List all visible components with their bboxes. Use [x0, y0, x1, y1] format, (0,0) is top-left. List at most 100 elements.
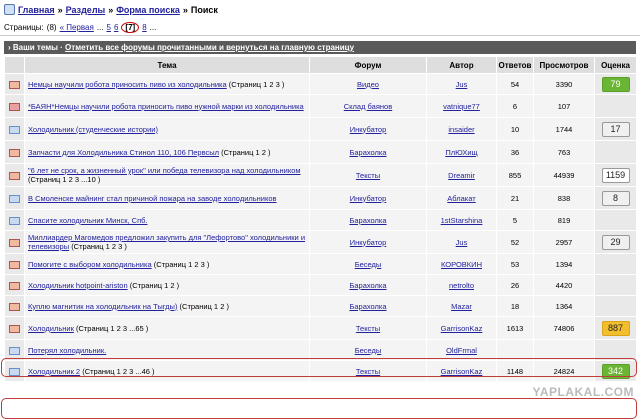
- author-link[interactable]: GarrisonKaz: [441, 324, 483, 333]
- rating-cell: [594, 94, 637, 118]
- rating-cell: [594, 253, 637, 275]
- replies-cell: 52: [496, 230, 534, 254]
- rating-badge[interactable]: 8: [601, 190, 630, 206]
- replies-cell: 53: [496, 253, 534, 275]
- topic-link[interactable]: "6 лет не срок, а жизненный урок" или по…: [28, 166, 301, 175]
- rating-badge[interactable]: 887: [601, 320, 630, 336]
- forum-link[interactable]: Склад баянов: [344, 102, 392, 111]
- topic-link[interactable]: Миллиардер Магомедов предложил закупить …: [28, 233, 305, 251]
- envelope-icon: [9, 194, 20, 203]
- pagination-label: Страницы:: [4, 23, 44, 32]
- topic-cell: *БАЯН*Немцы научили робота приносить пив…: [24, 94, 310, 118]
- topic-cell: В Смоленске майнинг стал причиной пожара…: [24, 186, 310, 210]
- author-link[interactable]: Mazar: [451, 302, 472, 311]
- rating-cell: 342: [594, 360, 637, 382]
- topic-link[interactable]: Холодильник hotpoint-ariston: [28, 281, 128, 290]
- pagination-page-6[interactable]: 6: [114, 23, 118, 32]
- topic-pages[interactable]: (Страниц 1 2 3 ...10 ): [28, 175, 100, 184]
- author-link[interactable]: netrolto: [449, 281, 474, 290]
- rating-cell: [594, 339, 637, 361]
- author-link[interactable]: Dreamir: [448, 171, 475, 180]
- rating-badge[interactable]: 342: [601, 363, 630, 379]
- topic-pages[interactable]: (Страниц 1 2 ): [180, 302, 229, 311]
- author-cell: GarrisonKaz: [426, 360, 497, 382]
- author-link[interactable]: Jus: [456, 80, 468, 89]
- topbar-title: Ваши темы: [12, 43, 58, 52]
- col-topic-header[interactable]: Тема: [24, 56, 310, 74]
- topic-pages[interactable]: (Страниц 1 2 3 ...46 ): [82, 367, 154, 376]
- author-cell: Mazar: [426, 295, 497, 317]
- rating-badge[interactable]: 29: [601, 234, 630, 250]
- topic-link[interactable]: Куплю магнитик на холодильник на Тыгды): [28, 302, 177, 311]
- mark-all-read-link[interactable]: Отметить все форумы прочитанными и верну…: [65, 43, 354, 52]
- views-cell: 1744: [533, 117, 595, 141]
- author-link[interactable]: vatnique77: [443, 102, 480, 111]
- forum-link[interactable]: Инкубатор: [350, 194, 387, 203]
- pagination-first[interactable]: « Первая: [60, 23, 94, 32]
- forum-link[interactable]: Беседы: [355, 260, 382, 269]
- topic-pages[interactable]: (Страниц 1 2 3 ): [71, 242, 127, 251]
- rating-badge[interactable]: 17: [601, 121, 630, 137]
- col-views-header[interactable]: Просмотров: [533, 56, 595, 74]
- author-cell: netrolto: [426, 274, 497, 296]
- forum-link[interactable]: Барахолка: [349, 302, 386, 311]
- views-cell: 44939: [533, 163, 595, 187]
- forum-link[interactable]: Видео: [357, 80, 379, 89]
- topic-link[interactable]: Помогите с выбором холодильника: [28, 260, 152, 269]
- topic-link[interactable]: Холодильник (студенческие истории): [28, 125, 158, 134]
- author-link[interactable]: КОРОВКИН: [441, 260, 482, 269]
- topic-link[interactable]: В Смоленске майнинг стал причиной пожара…: [28, 194, 277, 203]
- pagination-page-5[interactable]: 5: [107, 23, 111, 32]
- author-link[interactable]: OldFrmal: [446, 346, 477, 355]
- author-link[interactable]: ПлЮХищ: [445, 148, 477, 157]
- author-link[interactable]: Аблакат: [447, 194, 475, 203]
- topic-link[interactable]: Немцы научили робота приносить пиво из х…: [28, 80, 227, 89]
- breadcrumb-sections[interactable]: Разделы: [66, 5, 106, 15]
- table-row: Холодильник 2 (Страниц 1 2 3 ...46 ) Тек…: [4, 360, 637, 382]
- topic-cell: Миллиардер Магомедов предложил закупить …: [24, 230, 310, 254]
- topic-link[interactable]: Холодильник: [28, 324, 74, 333]
- author-link[interactable]: insaider: [448, 125, 474, 134]
- topic-pages[interactable]: (Страниц 1 2 3 ): [154, 260, 210, 269]
- rating-cell: 887: [594, 316, 637, 340]
- forum-link[interactable]: Барахолка: [349, 148, 386, 157]
- rating-badge[interactable]: 1159: [601, 167, 630, 183]
- forum-link[interactable]: Тексты: [356, 324, 380, 333]
- author-link[interactable]: GarrisonKaz: [441, 367, 483, 376]
- forum-link[interactable]: Барахолка: [349, 281, 386, 290]
- topic-link[interactable]: Спасите холодильник Минск, Спб.: [28, 216, 148, 225]
- views-cell: [533, 339, 595, 361]
- col-forum-header[interactable]: Форум: [309, 56, 427, 74]
- forum-link[interactable]: Тексты: [356, 367, 380, 376]
- topic-link[interactable]: Потерял холодильник.: [28, 346, 106, 355]
- topic-link[interactable]: Запчасти для Холодильника Стинол 110, 10…: [28, 148, 219, 157]
- watermark: YAPLAKAL.COM: [532, 385, 634, 399]
- topic-status-cell: [4, 339, 25, 361]
- forum-link[interactable]: Беседы: [355, 346, 382, 355]
- forum-link[interactable]: Тексты: [356, 171, 380, 180]
- forum-link[interactable]: Барахолка: [349, 216, 386, 225]
- pagination-page-8[interactable]: 8: [142, 23, 146, 32]
- topic-link[interactable]: *БАЯН*Немцы научили робота приносить пив…: [28, 102, 304, 111]
- topic-link[interactable]: Холодильник 2: [28, 367, 80, 376]
- home-icon[interactable]: [4, 4, 15, 15]
- topic-cell: Спасите холодильник Минск, Спб.: [24, 209, 310, 231]
- col-author-header[interactable]: Автор: [426, 56, 497, 74]
- topic-pages[interactable]: (Страниц 1 2 ): [221, 148, 270, 157]
- rating-badge[interactable]: 79: [601, 76, 630, 92]
- breadcrumb-search-form[interactable]: Форма поиска: [116, 5, 180, 15]
- replies-cell: 855: [496, 163, 534, 187]
- topic-pages[interactable]: (Страниц 1 2 ): [130, 281, 179, 290]
- forum-link[interactable]: Инкубатор: [350, 238, 387, 247]
- forum-link[interactable]: Инкубатор: [350, 125, 387, 134]
- col-rating-header[interactable]: Оценка: [594, 56, 637, 74]
- author-cell: vatnique77: [426, 94, 497, 118]
- topic-pages[interactable]: (Страниц 1 2 3 ): [229, 80, 285, 89]
- breadcrumb-home[interactable]: Главная: [18, 5, 55, 15]
- forum-cell: Барахолка: [309, 274, 427, 296]
- author-link[interactable]: 1stStarshina: [441, 216, 483, 225]
- table-row: Холодильник hotpoint-ariston (Страниц 1 …: [4, 274, 637, 296]
- author-link[interactable]: Jus: [456, 238, 468, 247]
- col-replies-header[interactable]: Ответов: [496, 56, 534, 74]
- topic-pages[interactable]: (Страниц 1 2 3 ...65 ): [76, 324, 148, 333]
